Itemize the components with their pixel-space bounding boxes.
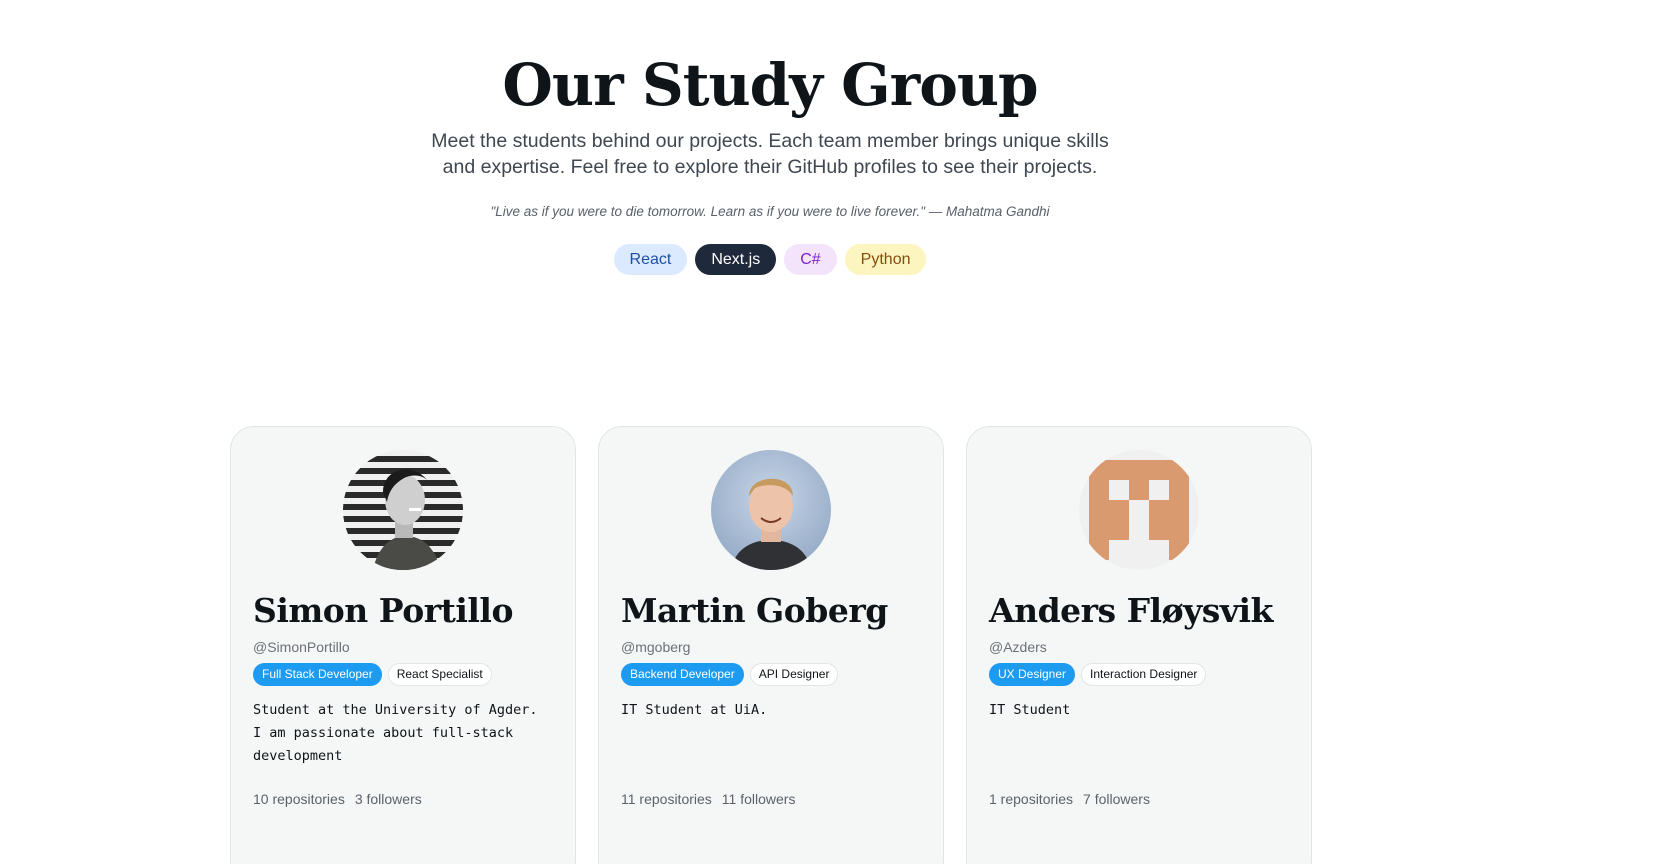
repo-count: 1 repositories <box>989 791 1074 807</box>
role-badges: UX Designer Interaction Designer <box>989 663 1207 686</box>
tag-python[interactable]: Python <box>844 244 927 275</box>
member-name: Simon Portillo <box>253 591 513 630</box>
page-subtitle: Meet the students behind our projects. E… <box>431 130 1109 178</box>
member-stats: 10 repositories 3 followers <box>253 791 422 807</box>
repo-count: 10 repositories <box>253 791 345 807</box>
follower-count: 3 followers <box>354 791 422 807</box>
role-badge-primary: UX Designer <box>989 663 1076 686</box>
tag-csharp[interactable]: C# <box>784 244 837 275</box>
member-handle[interactable]: @Azders <box>989 639 1047 655</box>
member-handle[interactable]: @mgoberg <box>621 639 690 655</box>
member-card[interactable]: Anders Fløysvik @Azders UX Designer Inte… <box>966 426 1312 864</box>
role-badge-secondary: React Specialist <box>387 663 492 686</box>
member-bio: Student at the University of Agder. I am… <box>253 702 538 764</box>
follower-count: 11 followers <box>721 791 796 807</box>
avatar <box>343 450 463 570</box>
page-title: Our Study Group <box>502 51 1038 119</box>
role-badges: Backend Developer API Designer <box>621 663 839 686</box>
tag-nextjs[interactable]: Next.js <box>695 244 777 275</box>
member-bio: IT Student <box>989 702 1071 718</box>
member-card[interactable]: Martin Goberg @mgoberg Backend Developer… <box>598 426 944 864</box>
role-badge-primary: Full Stack Developer <box>253 663 382 686</box>
role-badge-secondary: Interaction Designer <box>1081 663 1207 686</box>
member-bio: IT Student at UiA. <box>621 702 768 718</box>
tag-react[interactable]: React <box>613 244 688 275</box>
member-name: Anders Fløysvik <box>989 591 1273 630</box>
avatar <box>711 450 831 570</box>
role-badge-primary: Backend Developer <box>621 663 744 686</box>
member-card[interactable]: Simon Portillo @SimonPortillo Full Stack… <box>230 426 576 864</box>
member-name: Martin Goberg <box>621 591 888 630</box>
quote: "Live as if you were to die tomorrow. Le… <box>490 204 1050 219</box>
member-stats: 1 repositories 7 followers <box>989 791 1150 807</box>
role-badge-secondary: API Designer <box>749 663 839 686</box>
member-handle[interactable]: @SimonPortillo <box>253 639 350 655</box>
repo-count: 11 repositories <box>621 791 712 807</box>
member-stats: 11 repositories 11 followers <box>621 791 795 807</box>
tech-tags: React Next.js C# Python <box>0 244 1540 275</box>
follower-count: 7 followers <box>1083 791 1150 807</box>
role-badges: Full Stack Developer React Specialist <box>253 663 492 686</box>
identicon-avatar <box>1079 450 1199 570</box>
